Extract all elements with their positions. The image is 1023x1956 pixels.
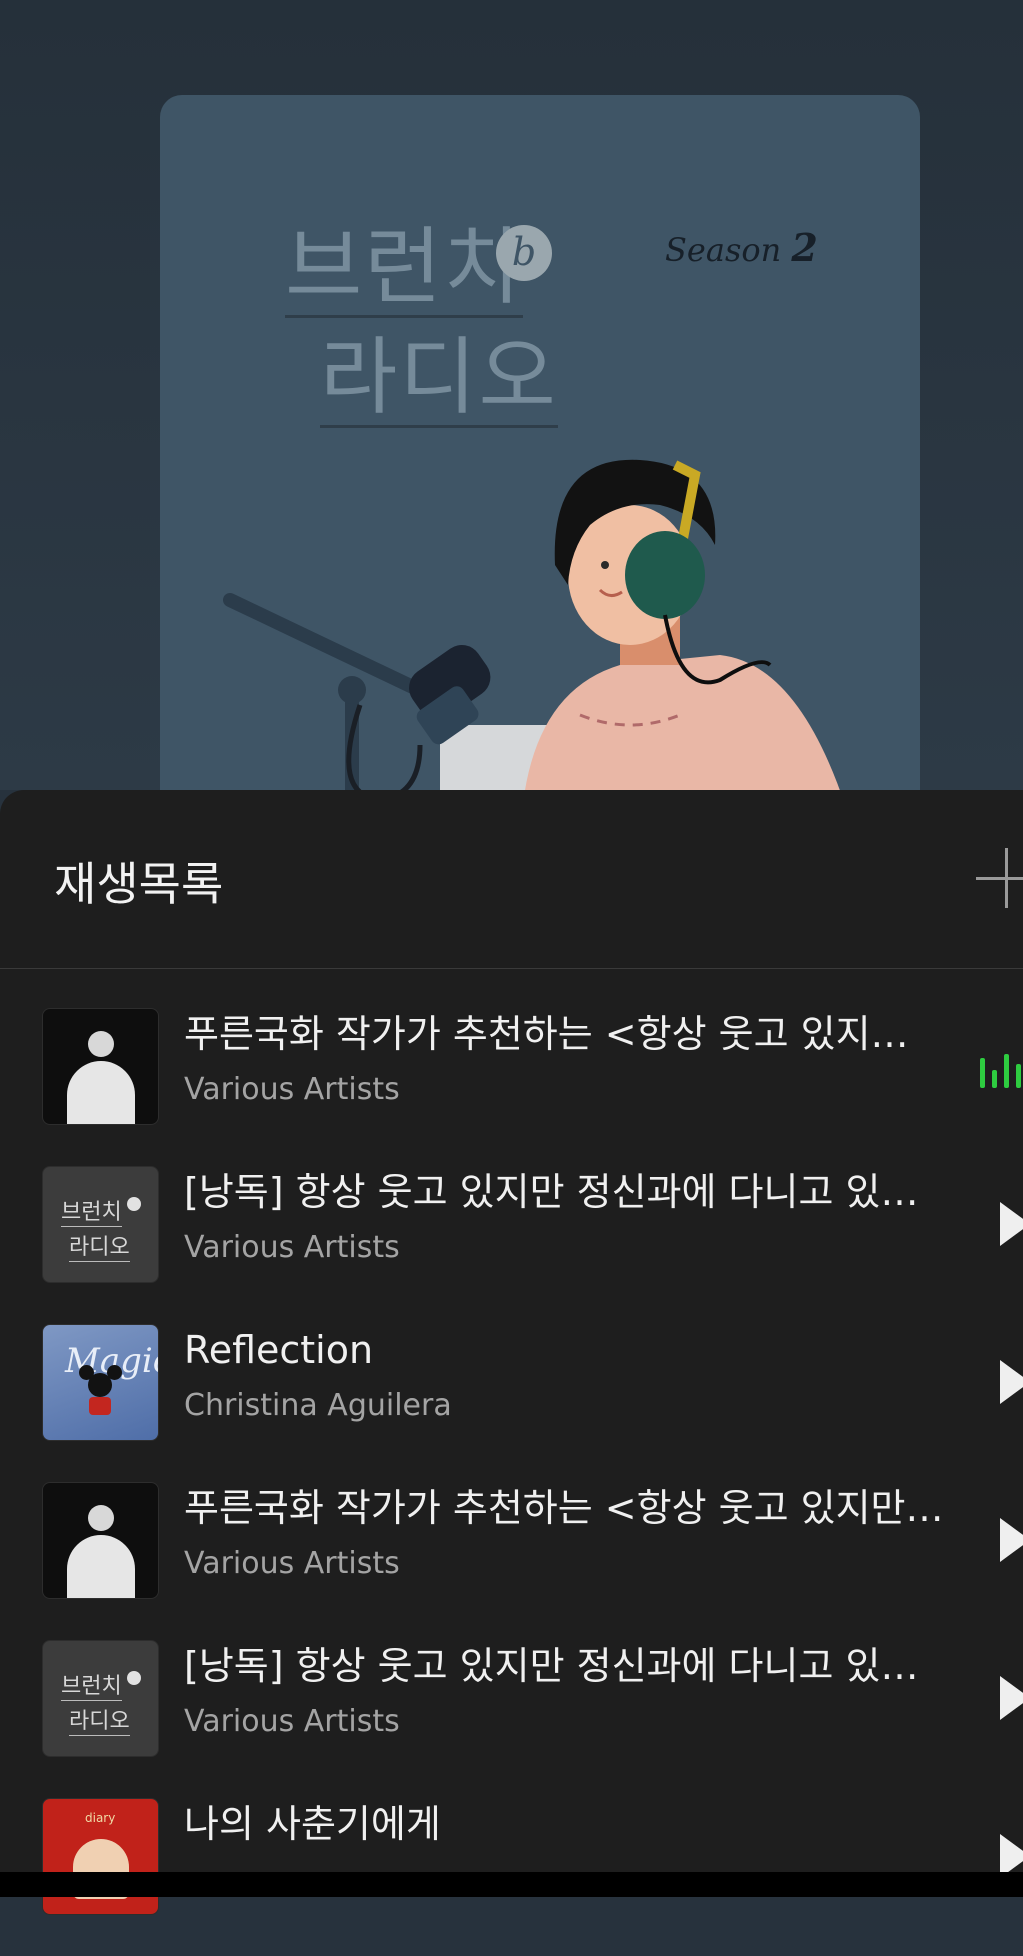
track-artist: Various Artists [184, 1072, 400, 1107]
track-row[interactable]: 브런치 라디오 [낭독] 항상 웃고 있지만 정신과에 다니고 있… Vario… [0, 1166, 1023, 1324]
track-thumbnail: 브런치 라디오 [42, 1640, 159, 1757]
track-thumbnail: diary [42, 1798, 159, 1915]
track-artist: Various Artists [184, 1546, 400, 1581]
playlist-title: 재생목록 [54, 857, 224, 911]
track-thumbnail: Magic [42, 1324, 159, 1441]
track-artist: Christina Aguilera [184, 1388, 452, 1423]
track-artist: Various Artists [184, 1230, 400, 1265]
play-icon[interactable] [1000, 1360, 1023, 1404]
thumb-logo-line2: 라디오 [69, 1703, 130, 1736]
track-title: 나의 사춘기에게 [184, 1802, 441, 1846]
play-icon[interactable] [1000, 1202, 1023, 1246]
track-row[interactable]: 푸른국화 작가가 추천하는 <항상 웃고 있지만… Various Artist… [0, 1482, 1023, 1640]
thumb-logo-line2: 라디오 [69, 1229, 130, 1262]
track-list: 푸른국화 작가가 추천하는 <항상 웃고 있지… Various Artists… [0, 1008, 1023, 1956]
thumb-red-label: diary [85, 1811, 116, 1825]
system-navigation-bar [0, 1872, 1023, 1897]
track-thumbnail [42, 1482, 159, 1599]
track-title: [낭독] 항상 웃고 있지만 정신과에 다니고 있… [184, 1170, 919, 1214]
track-row[interactable]: 푸른국화 작가가 추천하는 <항상 웃고 있지… Various Artists [0, 1008, 1023, 1166]
album-cover[interactable]: 브런치 b 라디오 Season 2 [160, 95, 920, 855]
track-row[interactable]: 브런치 라디오 [낭독] 항상 웃고 있지만 정신과에 다니고 있… Vario… [0, 1640, 1023, 1798]
playlist-sheet: 재생목록 푸른국화 작가가 추천하는 <항상 웃고 있지… Various Ar… [0, 790, 1023, 1915]
track-title: Reflection [184, 1328, 374, 1372]
track-title: [낭독] 항상 웃고 있지만 정신과에 다니고 있… [184, 1644, 919, 1688]
add-icon[interactable] [976, 848, 1023, 908]
thumb-logo-dot [127, 1197, 141, 1211]
playlist-header: 재생목록 [0, 790, 1023, 969]
radio-host-illustration [223, 459, 860, 855]
track-title: 푸른국화 작가가 추천하는 <항상 웃고 있지… [184, 1012, 909, 1056]
play-icon[interactable] [1000, 1676, 1023, 1720]
track-artist: Various Artists [184, 1704, 400, 1739]
thumb-logo-line1: 브런치 [61, 1194, 122, 1227]
track-title: 푸른국화 작가가 추천하는 <항상 웃고 있지만… [184, 1486, 944, 1530]
track-thumbnail: 브런치 라디오 [42, 1166, 159, 1283]
thumb-logo-dot [127, 1671, 141, 1685]
play-icon[interactable] [1000, 1518, 1023, 1562]
track-row[interactable]: Magic Reflection Christina Aguilera [0, 1324, 1023, 1482]
thumb-logo-line1: 브런치 [61, 1668, 122, 1701]
track-thumbnail [42, 1008, 159, 1125]
now-playing-equalizer-icon [980, 1044, 1023, 1088]
